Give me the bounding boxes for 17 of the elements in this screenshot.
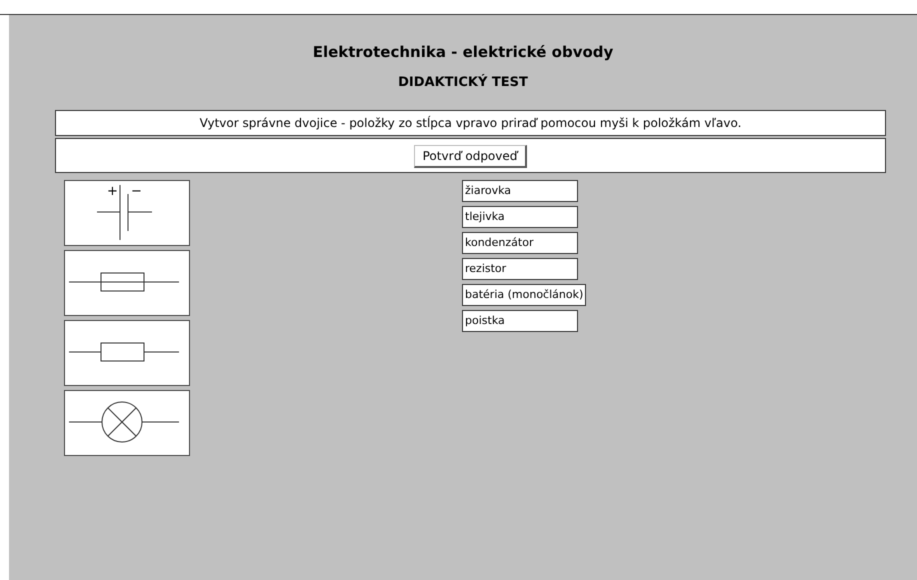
minus-sign: − — [131, 185, 142, 198]
instruction-text: Vytvor správne dvojice - položky zo stĺpca vpravo priraď pomocou myši k položkám vľavo. — [55, 110, 886, 136]
symbol-card[interactable] — [64, 250, 190, 316]
test-subtitle: DIDAKTICKÝ TEST — [397, 75, 529, 91]
confirm-button[interactable]: Potvrď odpoveď — [414, 144, 528, 168]
plus-sign: + — [107, 185, 118, 198]
answer-item[interactable]: tlejivka — [462, 206, 578, 228]
symbol-card[interactable] — [64, 390, 190, 456]
answer-item[interactable]: batéria (monočlánok) — [462, 284, 586, 306]
page-title: Elektrotechnika - elektrické obvody — [312, 43, 614, 61]
battery-symbol-drawing — [96, 184, 152, 240]
answer-item[interactable]: poistka — [462, 310, 578, 332]
symbol-card[interactable] — [64, 320, 190, 386]
symbol-card[interactable]: + − — [64, 180, 190, 246]
answer-item[interactable]: kondenzátor — [462, 232, 578, 254]
answer-item[interactable]: žiarovka — [462, 180, 578, 202]
answer-item[interactable]: rezistor — [462, 258, 578, 280]
